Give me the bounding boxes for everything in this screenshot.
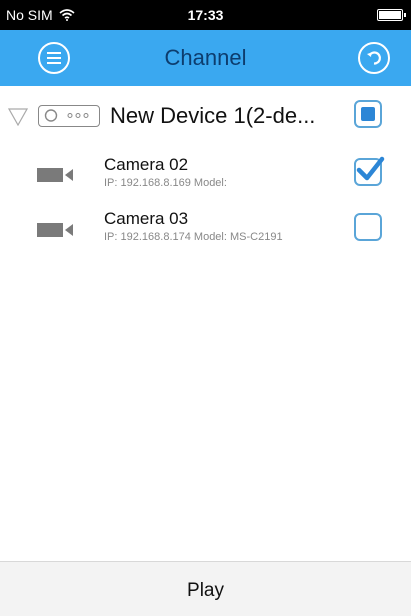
camera-name: Camera 03	[104, 209, 189, 228]
camera-info: IP: 192.168.8.169 Model:	[104, 177, 227, 189]
refresh-icon	[367, 51, 381, 65]
camera-row[interactable]: Camera 03 IP: 192.168.8.174 Model: MS-C2…	[0, 204, 411, 254]
refresh-button[interactable]	[358, 42, 390, 74]
device-name: New Device 1(2-de...	[110, 103, 316, 128]
play-button[interactable]: Play	[0, 561, 411, 616]
collapse-triangle-icon[interactable]	[8, 108, 28, 126]
camera-checkbox[interactable]	[354, 156, 385, 186]
camera-name: Camera 02	[104, 155, 189, 174]
camera-checkbox[interactable]	[354, 213, 382, 241]
dvr-device-icon	[38, 105, 100, 127]
page-title: Channel	[164, 45, 247, 70]
partial-check-indicator	[361, 107, 375, 121]
device-row[interactable]: New Device 1(2-de...	[0, 96, 411, 140]
status-bar: No SIM 17:33	[0, 0, 411, 30]
checkmark-icon	[356, 156, 385, 181]
camera-icon	[37, 168, 73, 182]
camera-icon	[37, 223, 73, 237]
clock: 17:33	[187, 7, 224, 23]
device-checkbox[interactable]	[354, 100, 382, 128]
battery-icon	[377, 9, 406, 21]
play-label: Play	[187, 580, 224, 601]
camera-info: IP: 192.168.8.174 Model: MS-C2191	[104, 231, 283, 243]
nav-bar: Channel	[0, 30, 411, 86]
camera-row[interactable]: Camera 02 IP: 192.168.8.169 Model:	[0, 150, 411, 200]
